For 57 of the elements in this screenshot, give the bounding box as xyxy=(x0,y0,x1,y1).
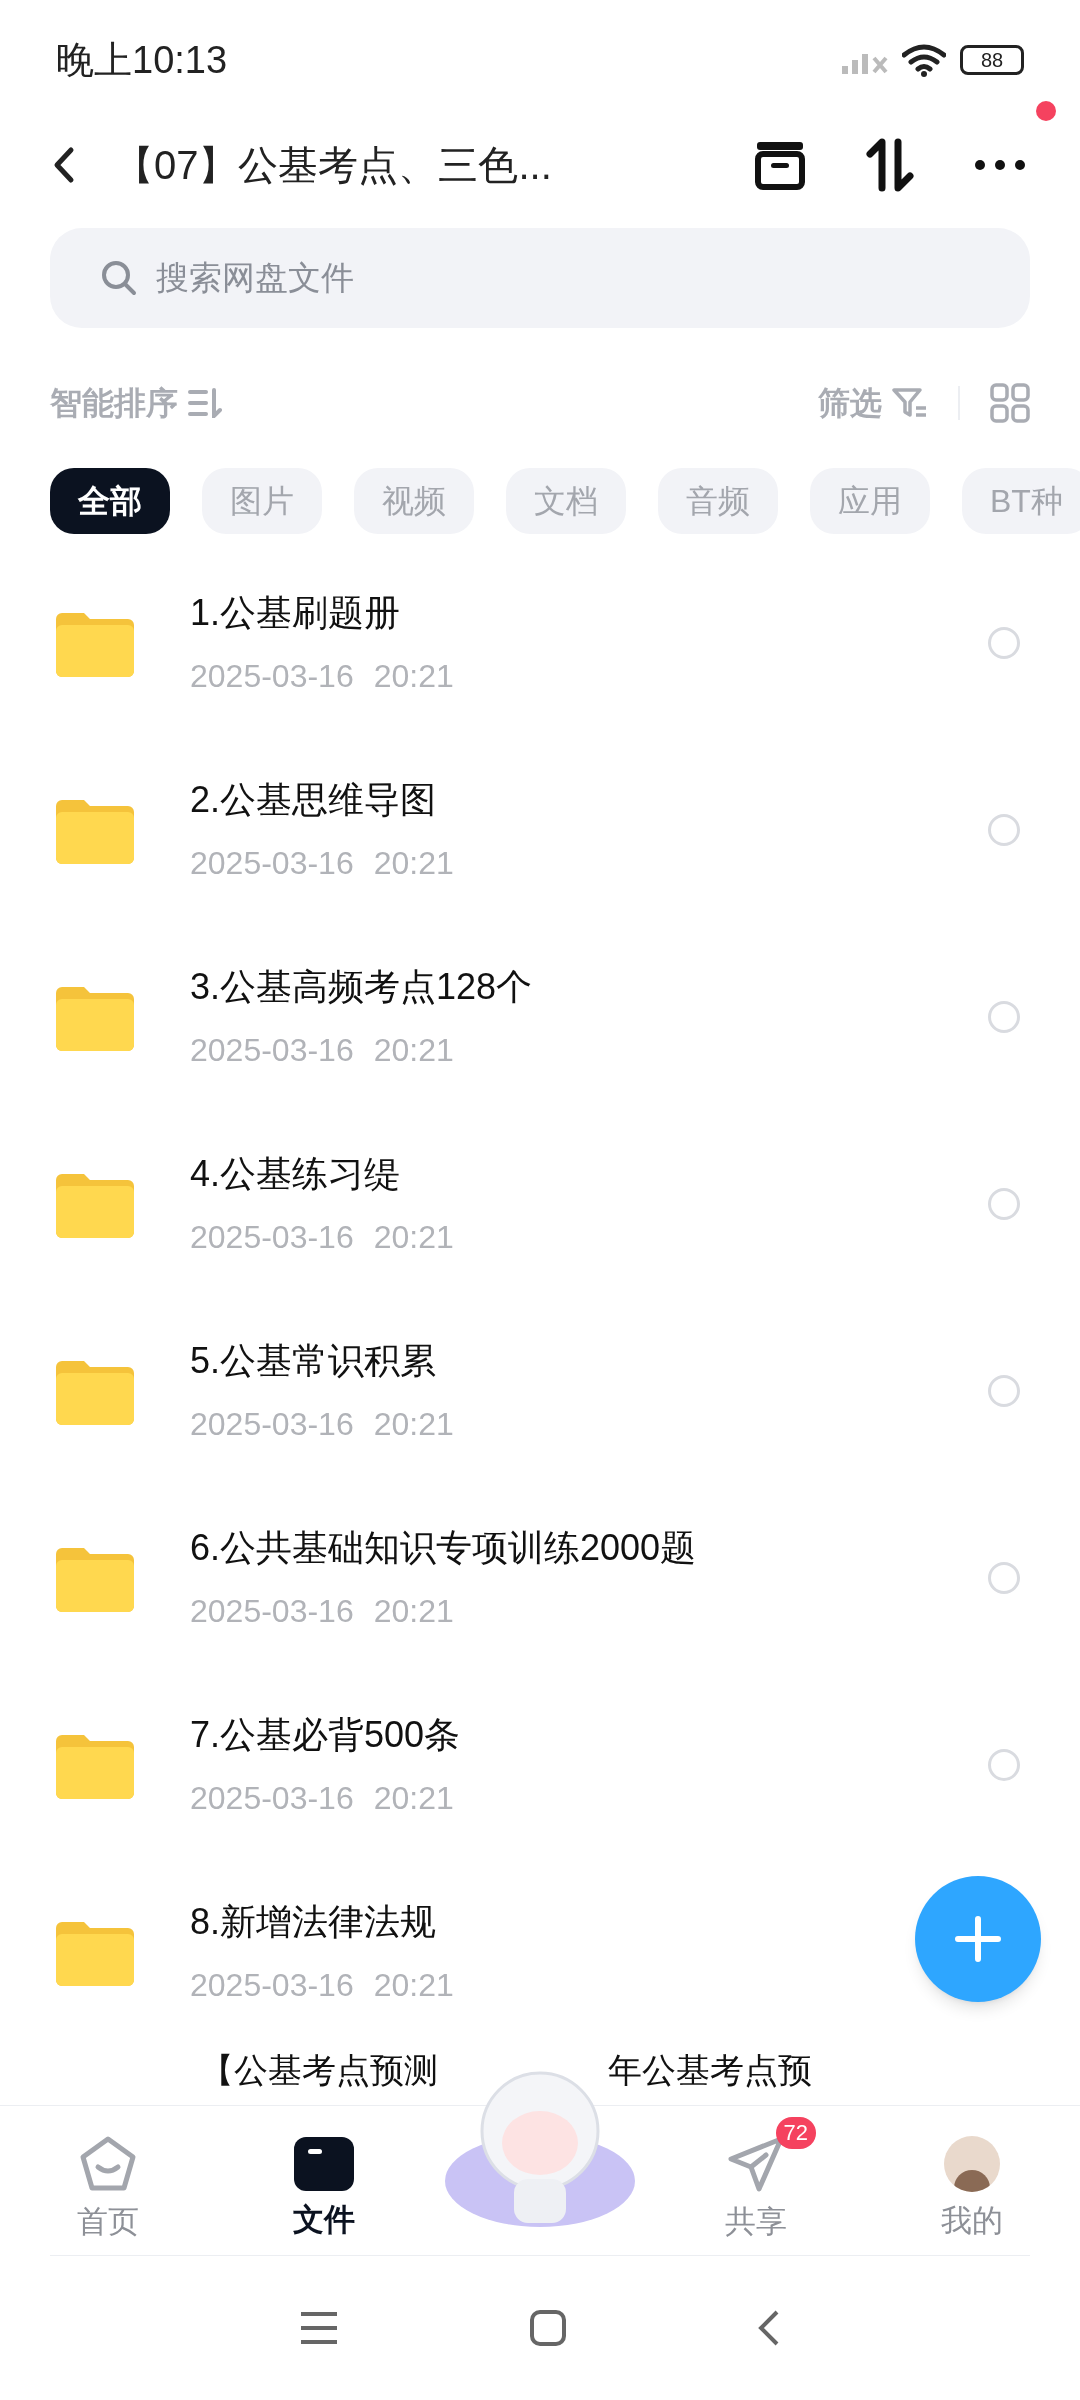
category-chip[interactable]: 全部 xyxy=(50,468,170,534)
more-icon[interactable] xyxy=(974,159,1026,171)
folder-name[interactable]: 4.公基练习缇 xyxy=(190,1146,401,1201)
folder-title: 【07】公基考点、三色... xyxy=(114,142,553,189)
filter-icon xyxy=(892,387,928,419)
search-icon xyxy=(100,259,138,297)
modified-time: 20:21 xyxy=(373,1965,454,2005)
folder-name[interactable]: 6.公共基础知识专项训练2000题 xyxy=(190,1520,697,1575)
grid-view-icon[interactable] xyxy=(990,383,1030,423)
select-checkbox[interactable] xyxy=(988,813,1020,846)
modified-date: 2025-03-16 xyxy=(190,1404,354,1444)
folder-icon xyxy=(294,2137,354,2192)
select-checkbox[interactable] xyxy=(988,1561,1020,1594)
modified-time: 20:21 xyxy=(373,656,454,696)
select-checkbox[interactable] xyxy=(988,1187,1020,1220)
notification-badge: 72 xyxy=(775,2117,816,2150)
nav-tab[interactable]: 72 共享 xyxy=(648,2115,864,2246)
status-time: 晚上10:13 xyxy=(56,37,228,83)
modified-time: 20:21 xyxy=(373,1591,454,1631)
modified-date: 2025-03-16 xyxy=(190,656,354,696)
menu-icon[interactable] xyxy=(299,2311,339,2345)
modified-date: 2025-03-16 xyxy=(190,1030,354,1070)
select-checkbox[interactable] xyxy=(988,1748,1020,1781)
sort-arrows-icon[interactable] xyxy=(866,138,914,192)
search-input[interactable]: 搜索网盘文件 xyxy=(156,253,980,303)
folder-name[interactable]: 2.公基思维导图 xyxy=(190,772,437,827)
modified-date: 2025-03-16 xyxy=(190,1591,354,1631)
back-icon xyxy=(53,146,75,184)
modified-time: 20:21 xyxy=(373,1404,454,1444)
archive-icon[interactable] xyxy=(754,139,806,191)
folder-name[interactable]: 5.公基常识积累 xyxy=(190,1333,437,1388)
plus-icon xyxy=(954,1915,1002,1963)
modified-time: 20:21 xyxy=(373,1778,454,1818)
wifi-icon xyxy=(902,43,946,77)
home-icon xyxy=(78,2135,138,2194)
search-field[interactable]: 搜索网盘文件 xyxy=(50,228,1030,328)
modified-time: 20:21 xyxy=(373,1030,454,1070)
nav-tab[interactable]: 文件 xyxy=(216,2117,432,2244)
home-square-icon[interactable] xyxy=(529,2309,567,2347)
folder-name[interactable]: 7.公基必背500条 xyxy=(190,1707,461,1762)
folder-name[interactable]: 8.新增法律法规 xyxy=(190,1894,437,1949)
modified-time: 20:21 xyxy=(373,1217,454,1257)
modified-date: 2025-03-16 xyxy=(190,1217,354,1257)
file-name[interactable]: 年公基考点预 xyxy=(608,2044,812,2096)
modified-time: 20:21 xyxy=(373,843,454,883)
back-icon[interactable] xyxy=(757,2309,781,2347)
select-checkbox[interactable] xyxy=(988,1374,1020,1407)
modified-date: 2025-03-16 xyxy=(190,1965,354,2005)
select-checkbox[interactable] xyxy=(988,626,1020,659)
battery-indicator: 88 xyxy=(960,45,1024,75)
folder-name[interactable]: 1.公基刷题册 xyxy=(190,585,401,640)
sort-icon xyxy=(188,388,222,418)
modified-date: 2025-03-16 xyxy=(190,843,354,883)
modified-date: 2025-03-16 xyxy=(190,1778,354,1818)
select-checkbox[interactable] xyxy=(988,1000,1020,1033)
file-name[interactable]: 【公基考点预测 xyxy=(200,2044,438,2096)
folder-name[interactable]: 3.公基高频考点128个 xyxy=(190,959,533,1014)
